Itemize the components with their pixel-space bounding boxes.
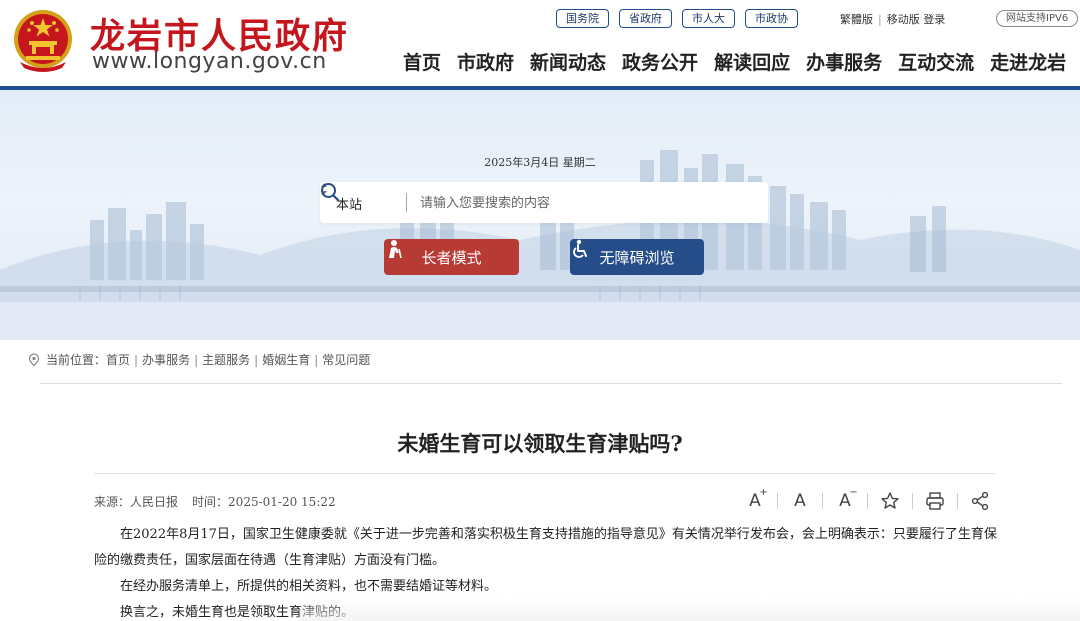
share-button[interactable] [969,490,991,512]
font-normal-button[interactable]: A [789,490,811,512]
utility-links: 繁體版 | 移动版 登录 [840,11,945,27]
article-source: 人民日报 [130,495,179,509]
nav-interaction[interactable]: 互动交流 [898,48,974,75]
title-divider [94,473,996,474]
font-larger-button[interactable]: A + [744,487,768,512]
breadcrumb-home[interactable]: 首页 [106,351,130,368]
ipv6-badge: 网站支持IPV6 [996,10,1079,27]
site-header: 龙岩市人民政府 www.longyan.gov.cn 国务院 省政府 市人大 市… [0,0,1080,90]
main-nav: 首页 市政府 新闻动态 政务公开 解读回应 办事服务 互动交流 走进龙岩 [403,48,1066,75]
font-larger-icon: A + [749,487,768,511]
nav-city-government[interactable]: 市政府 [457,48,514,75]
breadcrumb-separator: | [254,352,259,367]
article-paragraph: 在2022年8月17日，国家卫生健康委就《关于进一步完善和落实积极生育支持措施的… [94,527,997,568]
tool-separator [912,493,913,509]
nav-public-affairs[interactable]: 政务公开 [622,48,698,75]
top-link-state-council[interactable]: 国务院 [556,9,609,28]
top-links: 国务院 省政府 市人大 市政协 [556,9,798,28]
breadcrumb-separator: | [194,352,199,367]
nav-about-longyan[interactable]: 走进龙岩 [990,48,1066,75]
breadcrumb-faq[interactable]: 常见问题 [322,351,370,368]
elder-mode-button[interactable]: 长者模式 [384,239,519,275]
top-link-cppcc[interactable]: 市政协 [745,9,798,28]
tool-separator [957,493,958,509]
breadcrumb-label: 当前位置： [46,353,107,367]
article-title: 未婚生育可以领取生育津贴吗? [397,431,683,456]
printer-icon [926,492,944,510]
mobile-link[interactable]: 移动版 [887,13,920,26]
elder-icon [389,240,402,259]
time-label: 时间： [192,495,229,509]
nav-services[interactable]: 办事服务 [806,48,882,75]
wheelchair-icon [573,239,587,258]
print-button[interactable] [924,490,946,512]
share-icon [971,491,989,511]
article-time: 2025-01-20 15:22 [228,495,336,509]
top-link-npc[interactable]: 市人大 [682,9,735,28]
top-link-province[interactable]: 省政府 [619,9,672,28]
breadcrumb: 当前位置： 首页 | 办事服务 | 主题服务 | 婚姻生育 | 常见问题 [28,351,370,368]
site-url: www.longyan.gov.cn [92,49,327,74]
search-divider [406,193,407,212]
star-icon [881,492,899,509]
elder-mode-label: 长者模式 [421,248,482,267]
nav-home[interactable]: 首页 [403,48,441,75]
login-link[interactable]: 登录 [923,13,945,26]
national-emblem-icon [14,10,72,72]
article-meta: 来源：人民日报 时间：2025-01-20 15:22 [94,493,336,510]
hero-banner: 2025年3月4日 星期二 本站 长者模式 无障碍浏览 [0,90,1080,340]
current-date: 2025年3月4日 星期二 [484,156,596,169]
traditional-chinese-link[interactable]: 繁體版 [840,13,873,26]
search-box: 本站 [320,182,768,223]
separator: | [878,13,882,26]
tool-separator [777,493,778,509]
nav-news[interactable]: 新闻动态 [530,48,606,75]
search-icon[interactable] [320,182,340,202]
font-smaller-icon: A − [839,487,858,511]
font-normal-icon: A [794,491,806,511]
tool-separator [867,493,868,509]
favorite-button[interactable] [879,490,901,512]
breadcrumb-divider [40,383,1062,384]
location-pin-icon [28,352,40,366]
accessible-browsing-button[interactable]: 无障碍浏览 [570,239,704,275]
breadcrumb-separator: | [314,352,319,367]
accessible-browsing-label: 无障碍浏览 [599,248,675,267]
bottom-fade [300,596,1080,621]
breadcrumb-marriage-birth[interactable]: 婚姻生育 [262,351,310,368]
font-smaller-button[interactable]: A − [834,487,858,512]
article-tools: A + A A − [744,487,991,512]
source-label: 来源： [94,495,131,509]
breadcrumb-separator: | [134,352,139,367]
breadcrumb-services[interactable]: 办事服务 [142,351,190,368]
tool-separator [822,493,823,509]
breadcrumb-theme-services[interactable]: 主题服务 [202,351,250,368]
search-input[interactable] [420,192,720,214]
nav-interpretation[interactable]: 解读回应 [714,48,790,75]
